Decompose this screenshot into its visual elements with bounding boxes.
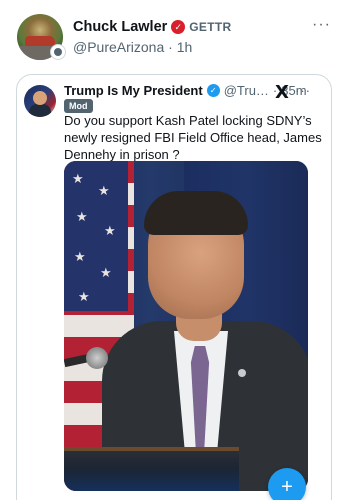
author-handle[interactable]: @PureArizona (73, 39, 164, 55)
quoted-avatar-figure-body (29, 104, 51, 117)
x-logo-icon: X (275, 82, 289, 103)
avatar-car (25, 36, 55, 46)
quoted-author-name[interactable]: Trump Is My President (64, 83, 203, 98)
post-time[interactable]: 1h (177, 39, 193, 55)
photo-lapel-pin (238, 369, 246, 377)
quoted-avatar-figure-head (33, 91, 47, 105)
quoted-more-options-icon[interactable]: ··· (295, 83, 311, 98)
verified-check-icon: ✓ (206, 84, 220, 97)
gettr-avatar-badge-icon (50, 44, 66, 60)
photo-hair (144, 191, 248, 235)
quoted-author-row: Trump Is My President ✓ @Tru… · 35m (64, 83, 307, 98)
gettr-check-icon: ✓ (171, 20, 186, 34)
compose-plus-icon[interactable]: + (268, 468, 306, 500)
photo-microphone (86, 347, 108, 369)
photo-podium (64, 451, 239, 491)
post-photo[interactable]: ★ ★ ★ ★ ★ ★ ★ (64, 161, 308, 491)
author-handle-row: @PureArizona · 1h (73, 39, 192, 55)
handle-separator: · (168, 39, 173, 55)
timeline-post[interactable]: Chuck Lawler ✓ GETTR @PureArizona · 1h ·… (0, 0, 346, 500)
photo-flag-canton: ★ ★ ★ ★ ★ ★ ★ (64, 161, 128, 311)
more-options-icon[interactable]: ··· (312, 16, 331, 34)
author-name-row: Chuck Lawler ✓ GETTR (73, 19, 231, 35)
mod-badge: Mod (64, 99, 93, 113)
quoted-author-avatar[interactable] (24, 85, 56, 117)
quoted-post-text: Do you support Kash Patel locking SDNY’s… (64, 113, 322, 162)
author-display-name[interactable]: Chuck Lawler (73, 19, 167, 35)
quoted-author-handle[interactable]: @Tru… (224, 83, 269, 98)
platform-label: GETTR (189, 20, 232, 34)
quoted-post-card[interactable]: Trump Is My President ✓ @Tru… · 35m X ··… (16, 74, 332, 500)
